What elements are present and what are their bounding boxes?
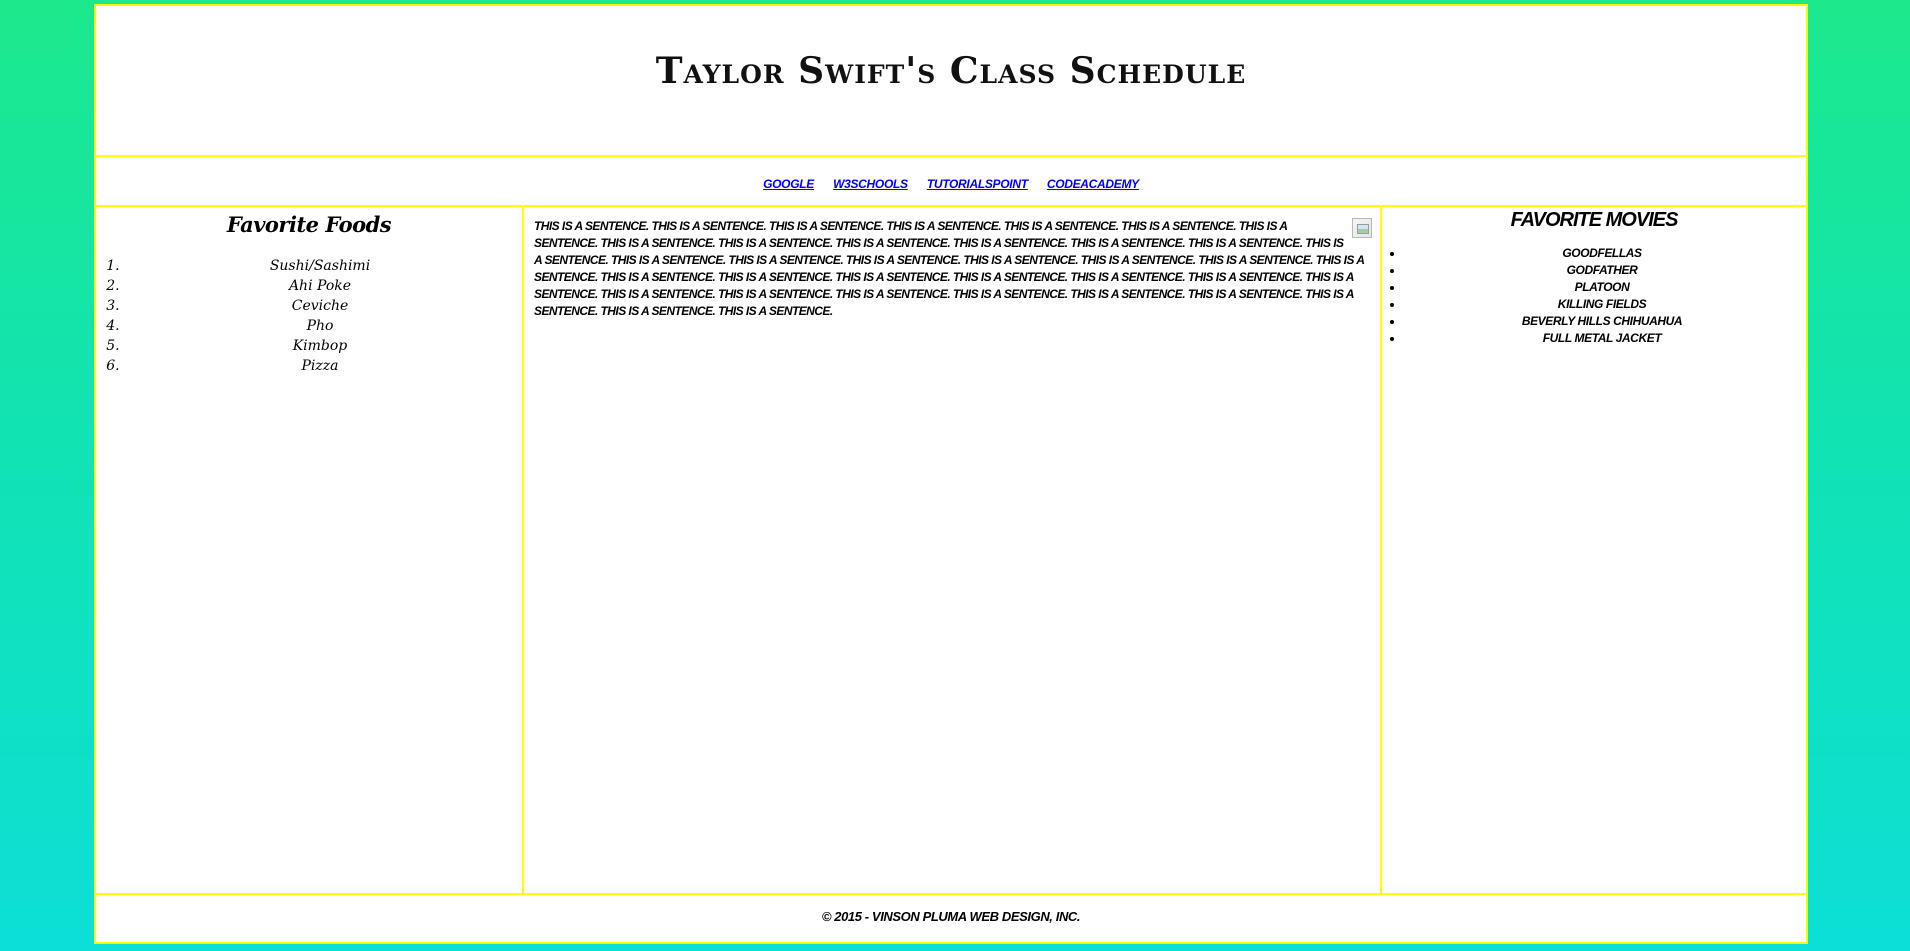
list-item: Godfather <box>1404 262 1800 279</box>
list-item: Sushi/Sashimi <box>124 256 506 276</box>
nav-link-tutorialspoint[interactable]: Tutorialspoint <box>927 177 1028 191</box>
nav-link-google[interactable]: Google <box>763 177 814 191</box>
list-item: Platoon <box>1404 279 1800 296</box>
list-item: Kimbop <box>124 336 506 356</box>
list-item: Ahi Poke <box>124 276 506 296</box>
nav-link-w3schools[interactable]: W3Schools <box>833 177 908 191</box>
favorite-foods-list: Sushi/Sashimi Ahi Poke Ceviche Pho Kimbo… <box>96 256 506 376</box>
main-content-column: This is a sentence. This is a sentence. … <box>524 207 1382 893</box>
page-title: Taylor Swift's Class Schedule <box>655 50 1247 92</box>
favorite-foods-column: Favorite Foods Sushi/Sashimi Ahi Poke Ce… <box>96 207 524 893</box>
favorite-movies-list: Goodfellas Godfather Platoon Killing Fie… <box>1382 245 1800 347</box>
favorite-foods-heading: Favorite Foods <box>226 212 392 237</box>
nav-link-codeacademy[interactable]: Codeacademy <box>1047 177 1139 191</box>
list-item: Pizza <box>124 356 506 376</box>
nav-bar: Google W3Schools Tutorialspoint Codeacad… <box>96 157 1806 207</box>
copyright-text: © 2015 - Vinson Pluma Web Design, Inc. <box>821 909 1081 924</box>
favorite-movies-column: Favorite Movies Goodfellas Godfather Pla… <box>1382 207 1806 893</box>
list-item: Goodfellas <box>1404 245 1800 262</box>
list-item: Pho <box>124 316 506 336</box>
list-item: Full Metal Jacket <box>1404 330 1800 347</box>
footer: © 2015 - Vinson Pluma Web Design, Inc. <box>96 893 1806 942</box>
main-paragraph: This is a sentence. This is a sentence. … <box>534 219 1364 318</box>
broken-image-icon <box>1352 218 1372 238</box>
list-item: Killing Fields <box>1404 296 1800 313</box>
list-item: Beverly Hills Chihuahua <box>1404 313 1800 330</box>
header: Taylor Swift's Class Schedule <box>96 6 1806 157</box>
list-item: Ceviche <box>124 296 506 316</box>
favorite-movies-heading: Favorite Movies <box>1510 209 1679 231</box>
page-container: Taylor Swift's Class Schedule Google W3S… <box>94 4 1808 944</box>
